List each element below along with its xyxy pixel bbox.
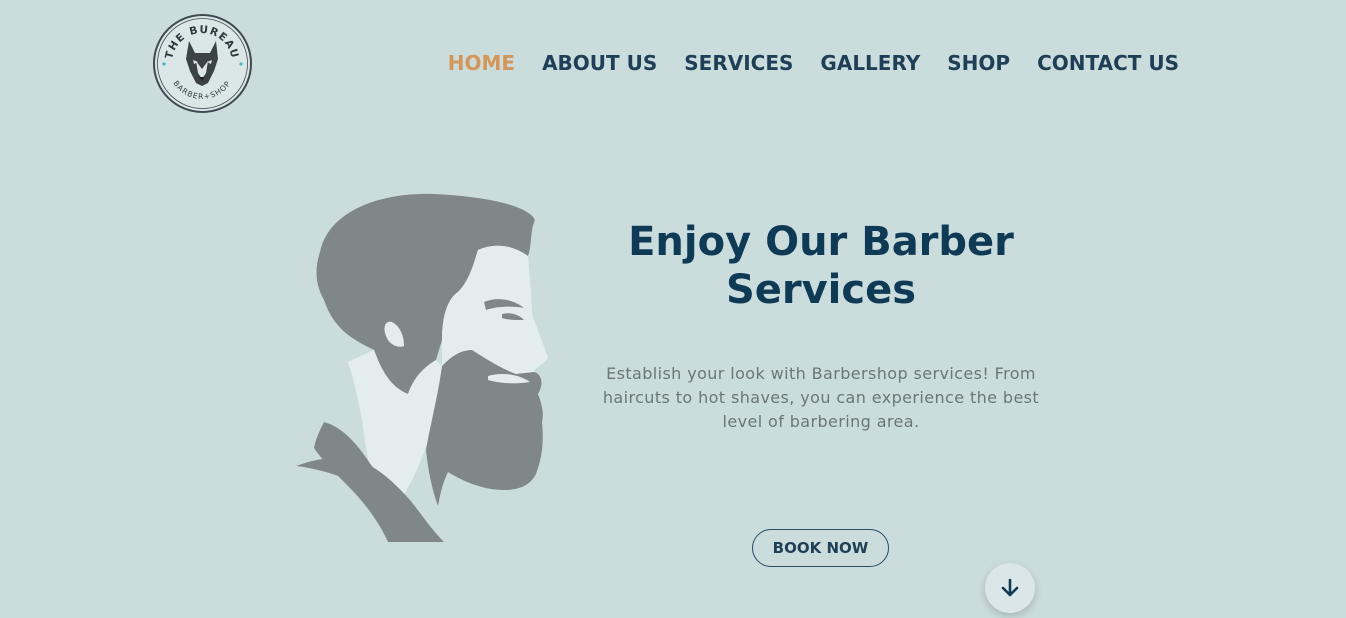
page: THE BUREAU BARBER+SHOP HOME ABOUT US SER… [0, 0, 1346, 618]
book-now-button[interactable]: BOOK NOW [752, 529, 889, 567]
bearded-man-profile-icon [296, 193, 548, 542]
scroll-down-button[interactable] [985, 563, 1035, 613]
logo-emblem-icon: THE BUREAU BARBER+SHOP [153, 14, 252, 113]
main-nav: HOME ABOUT US SERVICES GALLERY SHOP CONT… [448, 48, 1179, 78]
nav-services[interactable]: SERVICES [684, 48, 793, 78]
nav-shop[interactable]: SHOP [947, 48, 1010, 78]
nav-contact-us[interactable]: CONTACT US [1037, 48, 1179, 78]
brand-logo[interactable]: THE BUREAU BARBER+SHOP [152, 13, 253, 114]
nav-home[interactable]: HOME [448, 48, 515, 78]
arrow-down-icon [1001, 578, 1019, 597]
hero-illustration [292, 190, 552, 542]
hero-title: Enjoy Our Barber Services [628, 219, 1014, 313]
nav-about-us[interactable]: ABOUT US [542, 48, 657, 78]
nav-gallery[interactable]: GALLERY [820, 48, 920, 78]
hero-subtitle: Establish your look with Barbershop serv… [602, 364, 1040, 431]
